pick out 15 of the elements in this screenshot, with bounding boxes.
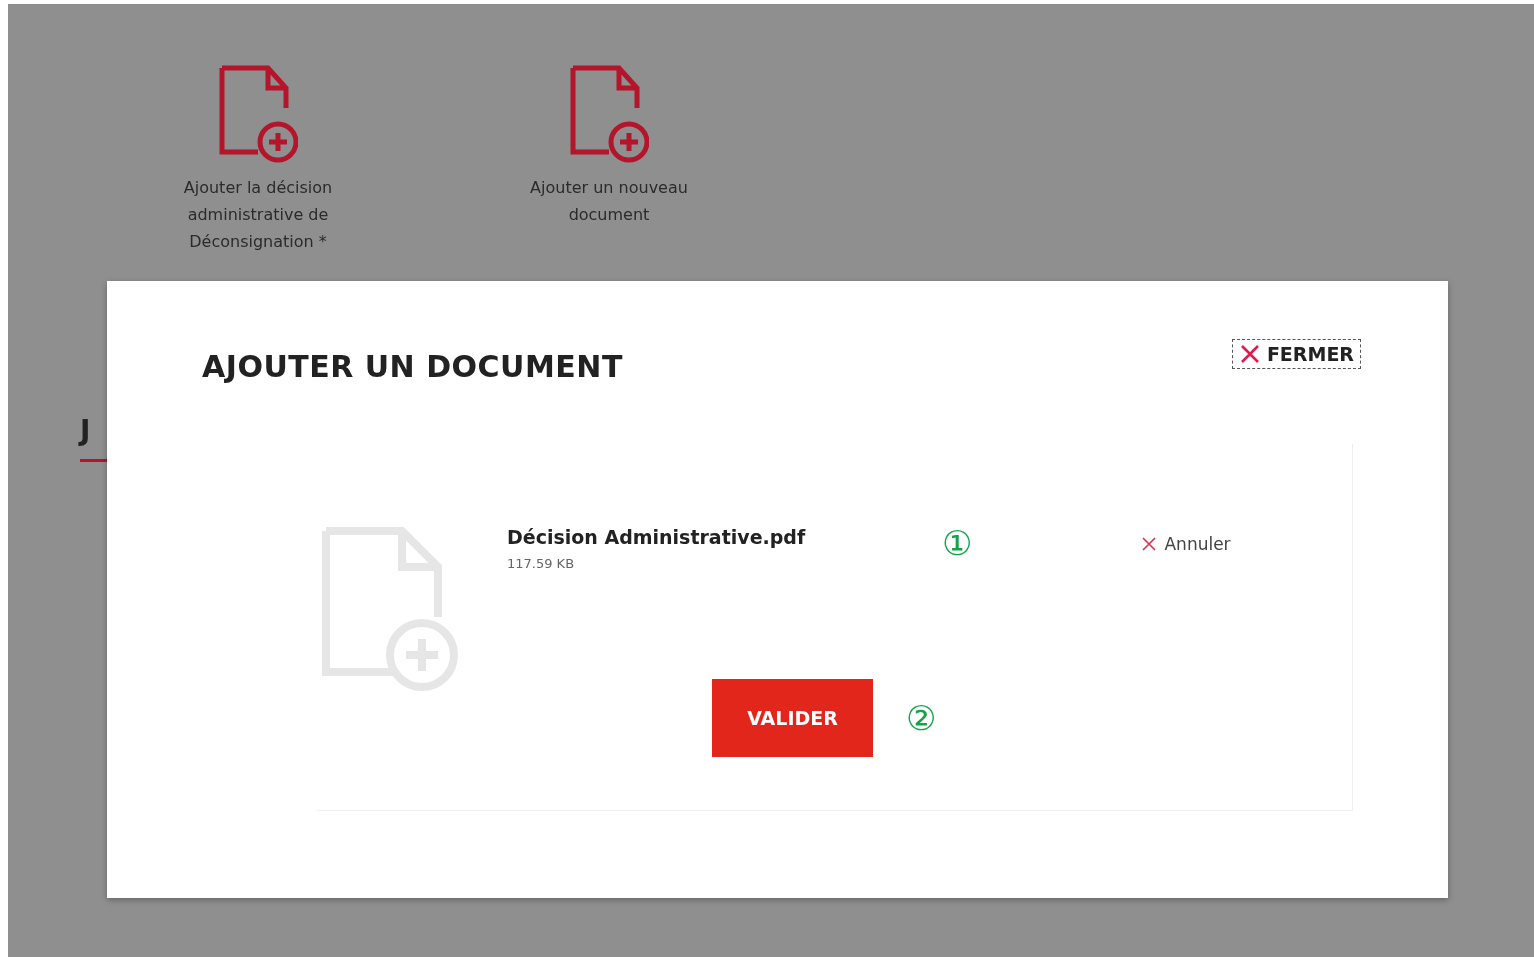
close-button[interactable]: FERMER (1231, 339, 1361, 369)
document-add-icon[interactable] (569, 64, 649, 164)
file-size: 117.59 KB (507, 556, 576, 571)
modal-title: AJOUTER UN DOCUMENT (202, 349, 623, 384)
section-heading: J (80, 414, 91, 447)
action-label[interactable]: Ajouter un nouveau document (499, 174, 719, 228)
document-add-icon[interactable] (218, 64, 298, 164)
file-name: Décision Administrative.pdf (507, 526, 807, 548)
close-icon (1238, 343, 1261, 365)
cancel-link[interactable]: Annuler (1142, 534, 1231, 554)
annotation-number: ① (942, 526, 973, 560)
action-label[interactable]: Ajouter la décision administrative de Déconsignation * (148, 174, 368, 255)
submit-button[interactable]: VALIDER (712, 679, 873, 757)
annotation-number: ② (906, 701, 937, 735)
close-icon (1142, 537, 1157, 551)
